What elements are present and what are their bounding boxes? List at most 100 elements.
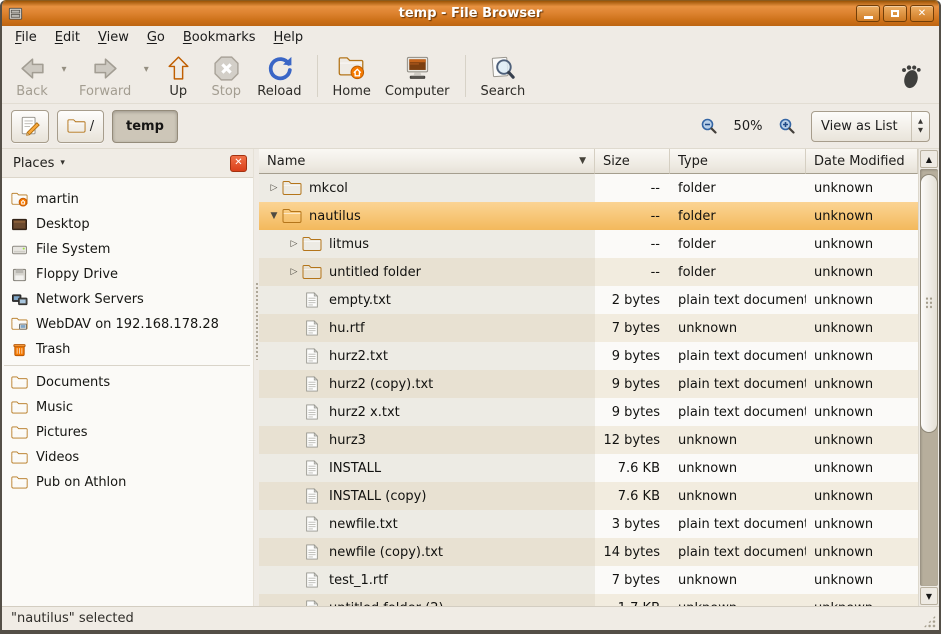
- file-row-mkcol[interactable]: ▷ mkcol -- folder unknown: [259, 174, 939, 202]
- stop-button[interactable]: Stop: [202, 52, 250, 101]
- sidebar-item-videos[interactable]: Videos: [2, 445, 253, 470]
- file-row-hurz3[interactable]: hurz3 12 bytes unknown unknown: [259, 426, 939, 454]
- minimize-button[interactable]: [856, 5, 880, 22]
- sidebar-item-documents[interactable]: Documents: [2, 370, 253, 395]
- file-type: unknown: [670, 482, 806, 510]
- file-row-untitled-folder[interactable]: ▷ untitled folder -- folder unknown: [259, 258, 939, 286]
- zoom-out-button[interactable]: [697, 114, 721, 138]
- sidebar-item-pub-on-athlon[interactable]: Pub on Athlon: [2, 470, 253, 495]
- forward-button[interactable]: Forward: [72, 52, 138, 101]
- file-row-hurz2-x-txt[interactable]: hurz2 x.txt 9 bytes plain text document …: [259, 398, 939, 426]
- menu-help[interactable]: Help: [265, 28, 313, 47]
- sidebar-item-martin[interactable]: martin: [2, 187, 253, 212]
- file-row-hurz2-txt[interactable]: hurz2.txt 9 bytes plain text document un…: [259, 342, 939, 370]
- sidebar-item-trash[interactable]: Trash: [2, 337, 253, 362]
- menu-go[interactable]: Go: [138, 28, 174, 47]
- file-type: folder: [670, 202, 806, 230]
- menu-edit[interactable]: Edit: [46, 28, 89, 47]
- file-name: hurz2 x.txt: [329, 405, 400, 420]
- search-button[interactable]: Search: [474, 52, 533, 101]
- scrollbar-thumb[interactable]: [920, 174, 938, 433]
- view-mode-selector[interactable]: View as List ▲ ▼: [811, 111, 930, 142]
- file-type: folder: [670, 174, 806, 202]
- file-row-empty-txt[interactable]: empty.txt 2 bytes plain text document un…: [259, 286, 939, 314]
- column-header-date-modified[interactable]: Date Modified: [806, 149, 918, 174]
- file-date-modified: unknown: [806, 202, 918, 230]
- file-row-install-copy[interactable]: INSTALL (copy) 7.6 KB unknown unknown: [259, 482, 939, 510]
- file-row-nautilus[interactable]: ▼ nautilus -- folder unknown: [259, 202, 939, 230]
- place-icon: [11, 192, 28, 207]
- pencil-icon: [19, 115, 41, 137]
- sidebar-item-desktop[interactable]: Desktop: [2, 212, 253, 237]
- maximize-button[interactable]: [883, 5, 907, 22]
- sidebar-item-webdav[interactable]: WebDAV on 192.168.178.28: [2, 312, 253, 337]
- scroll-up-button[interactable]: ▲: [920, 150, 938, 168]
- computer-button[interactable]: Computer: [378, 52, 457, 101]
- sidebar-item-pictures[interactable]: Pictures: [2, 420, 253, 445]
- file-type-icon: [302, 572, 323, 589]
- file-name: newfile (copy).txt: [329, 545, 443, 560]
- toolbar-button-label: Computer: [385, 84, 450, 99]
- home-button[interactable]: Home: [326, 52, 378, 101]
- file-row-hu-rtf[interactable]: hu.rtf 7 bytes unknown unknown: [259, 314, 939, 342]
- file-size: 7 bytes: [595, 566, 670, 594]
- tree-expander-icon[interactable]: ▼: [266, 211, 282, 221]
- back-button[interactable]: Back: [8, 52, 56, 101]
- edit-location-button[interactable]: [11, 110, 49, 143]
- file-date-modified: unknown: [806, 566, 918, 594]
- path-root-button[interactable]: /: [57, 110, 104, 143]
- titlebar[interactable]: temp - File Browser ✕: [2, 1, 939, 26]
- scrollbar-track[interactable]: [920, 169, 938, 586]
- file-row-litmus[interactable]: ▷ litmus -- folder unknown: [259, 230, 939, 258]
- reload-button[interactable]: Reload: [250, 52, 308, 101]
- file-type-icon: [302, 264, 323, 281]
- file-row-hurz2-copy-txt[interactable]: hurz2 (copy).txt 9 bytes plain text docu…: [259, 370, 939, 398]
- history-dropdown-arrow-icon[interactable]: ▾: [138, 64, 154, 75]
- menu-bookmarks[interactable]: Bookmarks: [174, 28, 265, 47]
- file-type-icon: [302, 432, 323, 449]
- place-icon: [11, 450, 28, 465]
- zoom-in-button[interactable]: [775, 114, 799, 138]
- sidebar-close-button[interactable]: ✕: [230, 155, 247, 172]
- column-header-type[interactable]: Type: [670, 149, 806, 174]
- file-date-modified: unknown: [806, 314, 918, 342]
- close-button[interactable]: ✕: [910, 5, 934, 22]
- scroll-down-button[interactable]: ▼: [920, 587, 938, 605]
- window-title: temp - File Browser: [2, 6, 939, 21]
- file-name: litmus: [329, 237, 369, 252]
- file-type: unknown: [670, 594, 806, 606]
- tree-expander-icon[interactable]: ▷: [266, 183, 282, 193]
- column-header-name[interactable]: Name ▼: [259, 149, 595, 174]
- sidebar-item-music[interactable]: Music: [2, 395, 253, 420]
- sidebar-item-network-servers[interactable]: Network Servers: [2, 287, 253, 312]
- vertical-scrollbar[interactable]: ▲ ▼: [918, 149, 939, 606]
- path-current-button[interactable]: temp: [112, 110, 178, 143]
- file-name: test_1.rtf: [329, 573, 388, 588]
- file-row-newfile-copy-txt[interactable]: newfile (copy).txt 14 bytes plain text d…: [259, 538, 939, 566]
- menu-view[interactable]: View: [89, 28, 138, 47]
- close-icon: ✕: [918, 8, 926, 19]
- file-date-modified: unknown: [806, 370, 918, 398]
- file-row-newfile-txt[interactable]: newfile.txt 3 bytes plain text document …: [259, 510, 939, 538]
- sidebar-header-label[interactable]: Places: [13, 156, 54, 171]
- menu-file[interactable]: File: [6, 28, 46, 47]
- file-browser-window: temp - File Browser ✕ FileEditViewGoBook…: [0, 0, 941, 634]
- file-name: INSTALL (copy): [329, 489, 426, 504]
- file-row-untitled-folder-2[interactable]: untitled folder (2) 1.7 KB unknown unkno…: [259, 594, 939, 606]
- file-row-test-1-rtf[interactable]: test_1.rtf 7 bytes unknown unknown: [259, 566, 939, 594]
- place-label: Videos: [36, 450, 79, 465]
- view-mode-stepper-icon[interactable]: ▲ ▼: [911, 112, 929, 141]
- up-button[interactable]: Up: [154, 52, 202, 101]
- chevron-down-icon[interactable]: ▾: [60, 158, 65, 168]
- file-row-install[interactable]: INSTALL 7.6 KB unknown unknown: [259, 454, 939, 482]
- file-size: 9 bytes: [595, 370, 670, 398]
- history-dropdown-arrow-icon[interactable]: ▾: [56, 64, 72, 75]
- sidebar-item-floppy-drive[interactable]: Floppy Drive: [2, 262, 253, 287]
- column-header-size[interactable]: Size: [595, 149, 670, 174]
- tree-expander-icon[interactable]: ▷: [286, 239, 302, 249]
- toolbar-separator: [465, 55, 466, 97]
- tree-expander-icon[interactable]: ▷: [286, 267, 302, 277]
- sidebar-item-file-system[interactable]: File System: [2, 237, 253, 262]
- window-resize-grip[interactable]: [923, 615, 936, 628]
- file-type-icon: [302, 320, 323, 337]
